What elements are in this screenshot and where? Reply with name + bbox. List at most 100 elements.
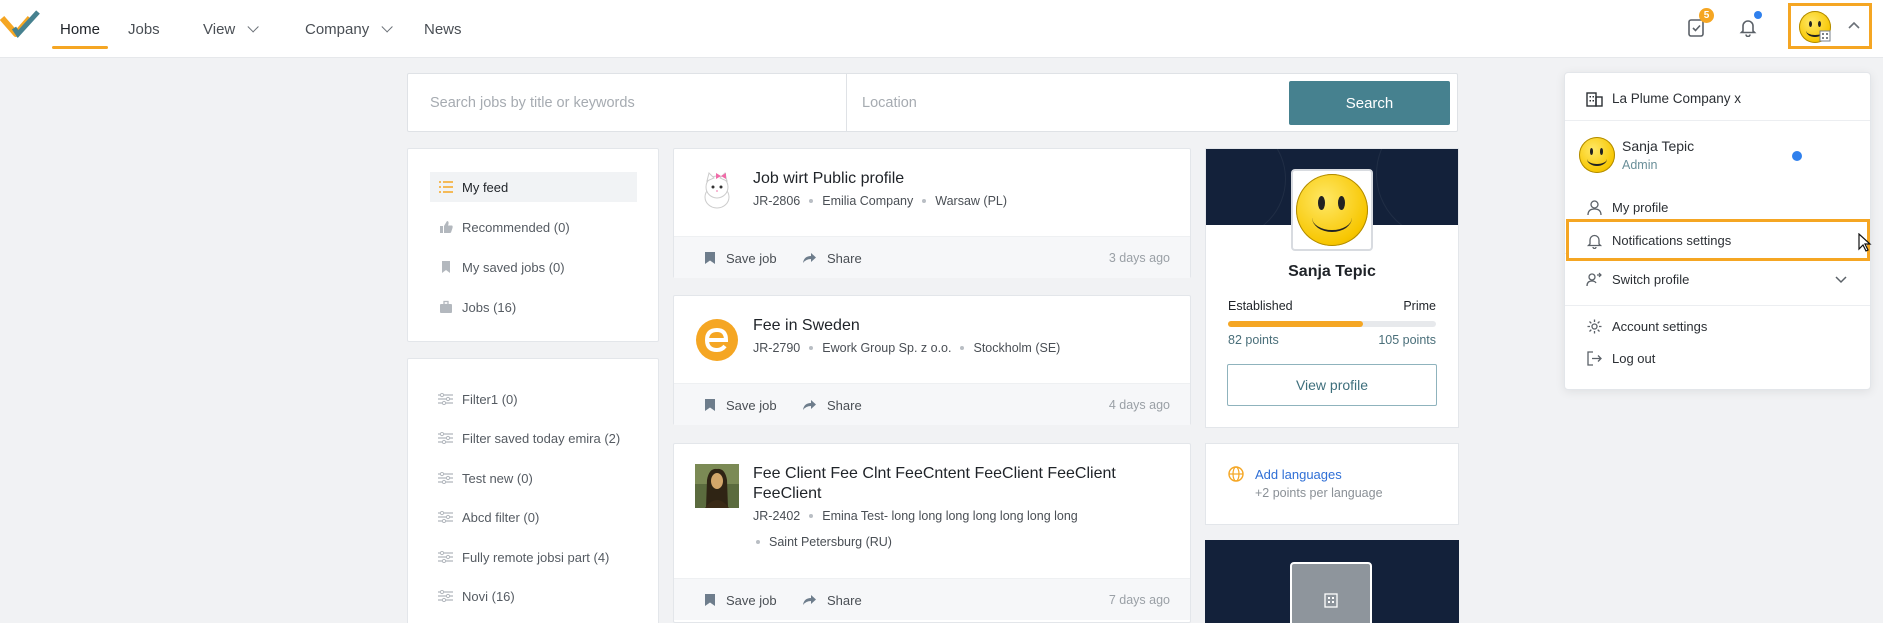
search-divider [846,74,847,131]
company-logo-cat-icon [704,172,730,209]
feed-item-label: Recommended (0) [462,219,570,235]
job-company: Ework Group Sp. z o.o. [822,341,952,355]
menu-account-settings[interactable]: Account settings [1586,316,1707,336]
menu-notifications-row: Notifications settings [1586,230,1731,250]
sliders-icon [438,432,453,444]
active-profile-dot [1792,151,1802,161]
save-job-button[interactable]: Save job [704,384,777,426]
nav-home[interactable]: Home [51,0,109,58]
globe-icon [1228,466,1244,482]
filter-item[interactable]: Test new (0) [438,467,533,489]
share-button[interactable]: Share [802,579,862,621]
job-company: Emina Test- long long long long long lon… [822,509,1078,523]
job-title-line-1[interactable]: Fee Client Fee Clnt FeeCntent FeeClient … [753,464,1116,484]
app-logo[interactable] [0,8,40,44]
user-avatar [1579,137,1615,173]
nav-news[interactable]: News [424,0,462,58]
job-card[interactable]: Job wirt Public profile JR-2806 Emilia C… [673,148,1191,278]
chevron-down-icon [247,21,260,33]
menu-label: My profile [1612,199,1669,215]
chevron-up-icon [1848,21,1860,29]
company-name: La Plume Company x [1612,90,1742,106]
filter-item[interactable]: Fully remote jobsi part (4) [438,546,609,568]
filter-item[interactable]: Novi (16) [438,585,515,607]
add-languages-link[interactable]: Add languages [1255,467,1342,482]
mouse-cursor-icon [1858,233,1872,252]
notifications-button[interactable] [1734,11,1762,41]
feed-item-recommended[interactable]: Recommended (0) [430,212,637,242]
save-job-button[interactable]: Save job [704,237,777,279]
save-job-label: Save job [726,250,777,266]
points-progress-bar [1228,321,1436,327]
briefcase-icon [440,300,452,313]
filter-item[interactable]: Filter1 (0) [438,388,518,410]
top-navbar: Home Jobs View Company News 5 [0,0,1883,58]
menu-label: Log out [1612,350,1656,366]
menu-my-profile[interactable]: My profile [1586,197,1668,217]
job-title-line-2[interactable]: FeeClient [753,484,821,504]
posted-ago: 3 days ago [1108,251,1170,265]
posted-ago: 7 days ago [1108,593,1170,607]
building-icon [1586,91,1603,107]
filter-label: Filter1 (0) [462,391,518,407]
job-title[interactable]: Job wirt Public profile [753,169,904,189]
job-card-footer: Save job Share 7 days ago [674,578,1190,620]
nav-jobs[interactable]: Jobs [128,0,160,58]
bookmark-icon [705,594,715,606]
sliders-icon [438,590,453,602]
save-job-button[interactable]: Save job [704,579,777,621]
filter-item[interactable]: Abcd filter (0) [438,506,539,528]
nav-company[interactable]: Company [305,0,393,58]
sliders-icon [438,511,453,523]
company-logo-ework-icon [696,319,738,361]
menu-log-out[interactable]: Log out [1586,348,1655,368]
chevron-down-icon[interactable] [1835,276,1847,284]
company-card [1205,540,1459,623]
user-menu-button[interactable] [1788,3,1872,49]
location-input[interactable]: Location [862,74,917,131]
job-title[interactable]: Fee in Sweden [753,316,860,336]
add-languages-card: Add languages +2 points per language [1205,443,1459,525]
sliders-icon [438,551,453,563]
bookmark-icon [442,261,450,273]
feed-item-saved-jobs[interactable]: My saved jobs (0) [430,252,637,282]
points-target: 105 points [1378,333,1436,347]
profile-card: Sanja Tepic Established Prime 82 points … [1205,148,1459,428]
feed-menu-panel: My feed Recommended (0) My saved jobs (0… [407,148,659,342]
job-id: JR-2806 [753,194,801,208]
keywords-input[interactable]: Search jobs by title or keywords [430,74,635,131]
tasks-button[interactable]: 5 [1682,8,1714,41]
feed-item-jobs[interactable]: Jobs (16) [430,292,637,322]
share-button[interactable]: Share [802,384,862,426]
feed-item-my-feed[interactable]: My feed [430,172,637,202]
share-icon [803,595,816,605]
menu-notifications-settings[interactable]: Notifications settings [1566,219,1870,261]
thumbs-up-icon [440,221,453,233]
menu-label: Switch profile [1612,271,1690,287]
points-current: 82 points [1228,333,1279,347]
save-job-label: Save job [726,397,777,413]
nav-view[interactable]: View [203,0,260,58]
level-next: Prime [1403,299,1436,313]
share-button[interactable]: Share [802,237,862,279]
filter-label: Filter saved today emira (2) [462,430,621,446]
job-search-bar: Search jobs by title or keywords Locatio… [407,73,1458,132]
company-avatar[interactable] [1290,562,1372,623]
filter-item[interactable]: Filter saved today emira (2) [438,427,620,449]
job-meta: JR-2402 Emina Test- long long long long … [753,509,1078,523]
job-meta: JR-2790 Ework Group Sp. z o.o. Stockholm… [753,341,1060,355]
list-icon [439,181,453,193]
menu-switch-profile[interactable]: Switch profile [1586,269,1689,289]
search-button[interactable]: Search [1289,81,1450,125]
job-card[interactable]: Fee in Sweden JR-2790 Ework Group Sp. z … [673,295,1191,425]
company-logo-painting-icon [695,464,739,508]
view-profile-button[interactable]: View profile [1227,364,1437,406]
profile-avatar[interactable] [1291,169,1373,251]
job-location: Warsaw (PL) [935,194,1008,208]
filter-label: Test new (0) [462,470,533,486]
job-card[interactable]: Fee Client Fee Clnt FeeCntent FeeClient … [673,443,1191,623]
company-small-icon [1819,30,1831,42]
job-location: Saint Petersburg (RU) [769,535,892,549]
current-company: La Plume Company x [1586,87,1741,109]
share-label: Share [827,397,862,413]
